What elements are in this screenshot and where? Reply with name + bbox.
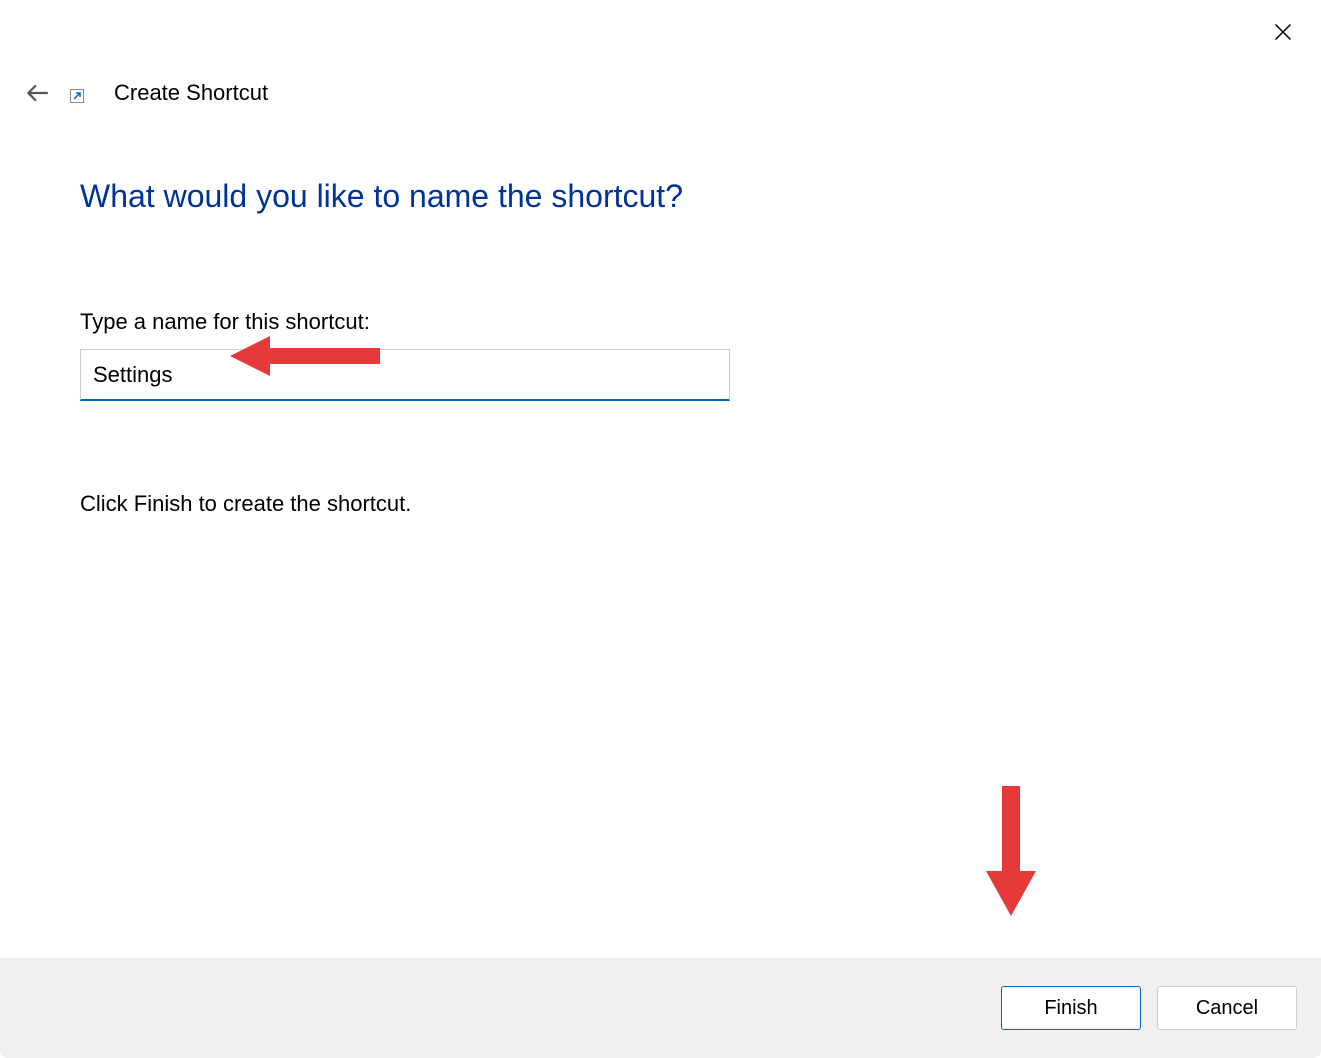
- shortcut-arrow-icon: [72, 91, 82, 101]
- close-button[interactable]: [1269, 18, 1297, 46]
- cancel-button[interactable]: Cancel: [1157, 986, 1297, 1030]
- back-button[interactable]: [22, 78, 52, 108]
- shortcut-name-label: Type a name for this shortcut:: [80, 309, 1241, 335]
- annotation-arrow-finish: [976, 786, 1046, 916]
- create-shortcut-wizard: Create Shortcut What would you like to n…: [0, 0, 1321, 1058]
- main-content: What would you like to name the shortcut…: [80, 178, 1241, 517]
- instruction-text: Click Finish to create the shortcut.: [80, 491, 1241, 517]
- arrow-left-icon: [24, 80, 50, 106]
- shortcut-icon: [70, 83, 90, 103]
- finish-button[interactable]: Finish: [1001, 986, 1141, 1030]
- close-icon: [1273, 22, 1293, 42]
- shortcut-name-input[interactable]: [80, 349, 730, 401]
- window-title: Create Shortcut: [114, 80, 268, 106]
- footer: Finish Cancel: [0, 958, 1321, 1058]
- wizard-heading: What would you like to name the shortcut…: [80, 178, 1241, 215]
- header: Create Shortcut: [22, 78, 268, 108]
